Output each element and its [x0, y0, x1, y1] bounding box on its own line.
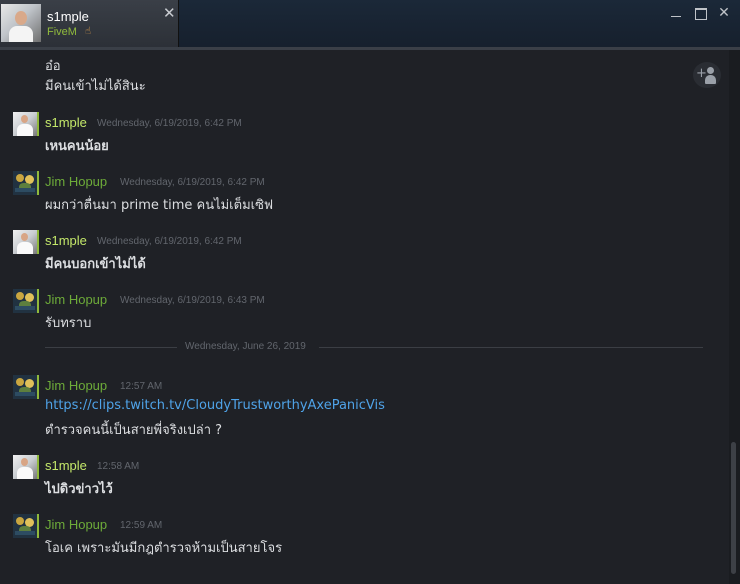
message-sender[interactable]: Jim Hopup [45, 174, 107, 189]
message-text: เหนคนน้อย [45, 139, 109, 154]
message-text: โอเค เพราะมันมีกฎตำรวจห้ามเป็นสายโจร [45, 541, 283, 556]
message-text: ไปดิวข่าวไว้ [45, 482, 113, 497]
avatar[interactable] [13, 375, 37, 399]
scrollbar-thumb[interactable] [731, 442, 736, 574]
avatar[interactable] [13, 455, 37, 479]
message-text: อ๋อ [45, 59, 61, 74]
message-sender[interactable]: Jim Hopup [45, 378, 107, 393]
minimize-icon[interactable] [667, 4, 685, 22]
status-indicator [37, 112, 39, 136]
add-friend-to-group-button[interactable]: + [693, 62, 721, 88]
message-timestamp: 12:58 AM [97, 461, 140, 472]
message-sender[interactable]: s1mple [45, 115, 87, 130]
message-link[interactable]: https://clips.twitch.tv/CloudyTrustworth… [45, 398, 385, 413]
message-timestamp: 12:59 AM [120, 520, 163, 531]
status-indicator [37, 375, 39, 399]
close-icon[interactable]: ✕ [163, 6, 176, 21]
date-divider-line [45, 347, 177, 348]
avatar[interactable] [13, 514, 37, 538]
message-text: มีคนบอกเข้าไม่ได้ [45, 257, 146, 272]
message-text: รับทราบ [45, 316, 92, 331]
avatar[interactable] [13, 289, 37, 313]
message-timestamp: Wednesday, 6/19/2019, 6:42 PM [97, 118, 242, 129]
maximize-icon[interactable] [691, 4, 709, 22]
message-sender[interactable]: s1mple [45, 233, 87, 248]
message-timestamp: Wednesday, 6/19/2019, 6:42 PM [120, 177, 265, 188]
status-indicator [37, 455, 39, 479]
status-indicator [37, 514, 39, 538]
avatar[interactable] [13, 171, 37, 195]
message-timestamp: Wednesday, 6/19/2019, 6:43 PM [120, 295, 265, 306]
chat-tab[interactable]: s1mple FiveM ☝ ✕ [0, 0, 179, 47]
message-text: มีคนเข้าไม่ได้สินะ [45, 79, 146, 94]
close-window-button[interactable]: ✕ [715, 4, 733, 22]
avatar[interactable] [13, 112, 37, 136]
status-indicator [37, 171, 39, 195]
date-divider-line [319, 347, 703, 348]
message-sender[interactable]: Jim Hopup [45, 292, 107, 307]
message-sender[interactable]: s1mple [45, 458, 87, 473]
message-text: ตำรวจคนนี้เป็นสายพี่จริงเปล่า ? [45, 423, 223, 438]
status-indicator [37, 230, 39, 254]
message-text: ผมกว่าตื่นมา prime time คนไม่เต็มเซิฟ [45, 198, 274, 213]
avatar [1, 4, 41, 42]
message-timestamp: Wednesday, 6/19/2019, 6:42 PM [97, 236, 242, 247]
message-sender[interactable]: Jim Hopup [45, 517, 107, 532]
chat-history[interactable] [0, 50, 729, 584]
hand-icon: ☝ [85, 26, 92, 37]
status-indicator [37, 289, 39, 313]
tab-friend-name: s1mple [47, 9, 89, 24]
title-bar: s1mple FiveM ☝ ✕ ✕ [0, 0, 740, 47]
tab-game-name: FiveM [47, 26, 77, 38]
avatar[interactable] [13, 230, 37, 254]
date-divider: Wednesday, June 26, 2019 [185, 341, 306, 352]
message-timestamp: 12:57 AM [120, 381, 163, 392]
